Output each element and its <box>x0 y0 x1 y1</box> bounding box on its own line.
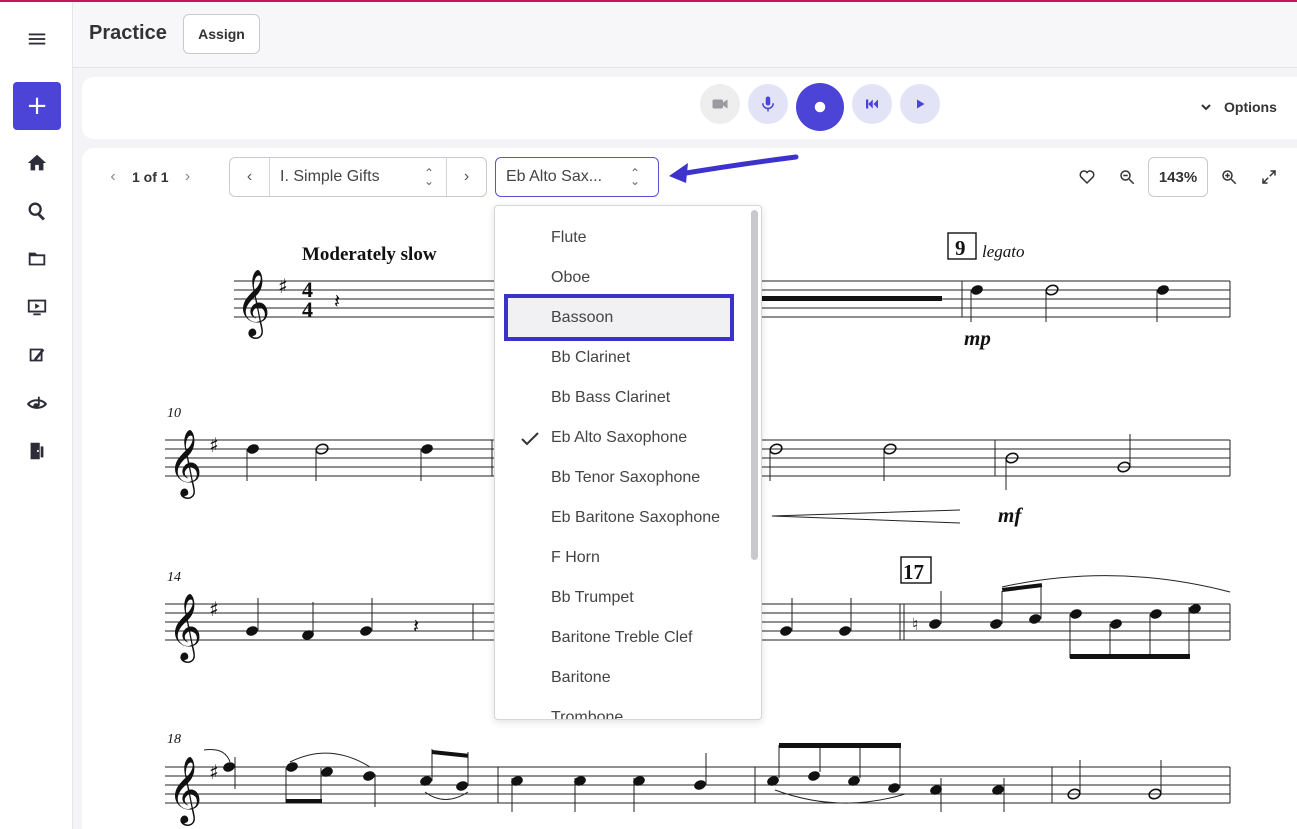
sidebar-item-sightreading[interactable] <box>13 384 61 424</box>
svg-text:𝄞: 𝄞 <box>168 428 202 499</box>
svg-text:𝄞: 𝄞 <box>236 268 270 339</box>
instrument-option[interactable]: Flute <box>495 218 747 258</box>
heart-icon <box>1079 170 1095 185</box>
zoom-level[interactable]: 143% <box>1148 157 1208 197</box>
instrument-option-highlighted[interactable]: Bassoon <box>495 298 747 338</box>
svg-text:𝄞: 𝄞 <box>168 592 202 663</box>
play-button[interactable] <box>900 84 940 124</box>
svg-text:𝄽: 𝄽 <box>413 614 419 638</box>
prev-movement-button[interactable]: ‹ <box>230 158 270 196</box>
expand-icon <box>1262 170 1276 184</box>
transport-bar: Options <box>82 77 1297 139</box>
options-menu[interactable]: Options <box>1200 99 1277 115</box>
new-button[interactable]: + <box>13 82 61 130</box>
home-icon <box>27 154 47 171</box>
eye-music-icon <box>26 396 48 409</box>
time-signature-bottom: 4 <box>302 297 313 322</box>
updown-icon: ⌃ ⌄ <box>423 166 434 188</box>
movement-value: I. Simple Gifts <box>280 168 380 185</box>
rehearsal-mark-9: 9 <box>955 236 966 260</box>
next-movement-button[interactable]: › <box>446 158 486 196</box>
svg-text:𝄽: 𝄽 <box>334 289 340 313</box>
rehearsal-mark-17: 17 <box>903 560 924 584</box>
rewind-button[interactable] <box>852 84 892 124</box>
options-label: Options <box>1224 99 1277 115</box>
measure-number-10: 10 <box>167 406 181 421</box>
zoom-in-icon <box>1222 170 1237 185</box>
zoom-out-icon <box>1120 170 1135 185</box>
sidebar: + <box>0 2 73 829</box>
measure-number-18: 18 <box>167 732 181 747</box>
svg-text:♯: ♯ <box>278 274 288 298</box>
dynamic-mp: mp <box>964 326 991 350</box>
sidebar-item-media[interactable] <box>13 287 61 327</box>
instrument-option[interactable]: Baritone <box>495 658 747 698</box>
sidebar-item-search[interactable] <box>13 191 61 231</box>
zoom-out-button[interactable] <box>1107 157 1147 197</box>
record-icon <box>814 101 826 113</box>
favorite-button[interactable] <box>1067 157 1107 197</box>
microphone-button[interactable] <box>748 84 788 124</box>
hamburger-icon <box>28 33 46 45</box>
instrument-dropdown: Flute Oboe Bassoon Bb Clarinet Bb Bass C… <box>494 205 762 720</box>
instrument-option-selected[interactable]: Eb Alto Saxophone <box>495 418 747 458</box>
instrument-option[interactable]: Bb Bass Clarinet <box>495 378 747 418</box>
legato-marking: legato <box>982 242 1025 261</box>
folder-icon <box>28 252 46 266</box>
page-pager: ‹ 1 of 1 › <box>102 166 199 188</box>
dropdown-scrollbar[interactable] <box>751 210 758 560</box>
svg-text:♯: ♯ <box>209 597 219 621</box>
instrument-option[interactable]: F Horn <box>495 538 747 578</box>
page-title: Practice <box>89 22 167 44</box>
sidebar-item-assignments[interactable] <box>13 335 61 375</box>
dynamic-mf: mf <box>998 503 1023 527</box>
plus-icon: + <box>26 91 48 121</box>
page-indicator: 1 of 1 <box>132 169 169 185</box>
instrument-option[interactable]: Bb Trumpet <box>495 578 747 618</box>
assign-button[interactable]: Assign <box>183 14 260 54</box>
instrument-select[interactable]: Eb Alto Sax... ⌃ ⌄ <box>495 157 659 197</box>
instrument-option[interactable]: Eb Baritone Saxophone <box>495 498 747 538</box>
measure-number-14: 14 <box>167 570 181 585</box>
updown-icon: ⌃ ⌄ <box>629 166 640 188</box>
instrument-option[interactable]: Trombone <box>495 698 747 719</box>
movement-selector: ‹ I. Simple Gifts ⌃ ⌄ › <box>229 157 487 197</box>
tempo-marking: Moderately slow <box>302 244 437 265</box>
door-exit-icon <box>30 442 44 460</box>
sidebar-item-exit[interactable] <box>13 431 61 471</box>
sidebar-item-library[interactable] <box>13 239 61 279</box>
view-tools: 143% <box>1067 157 1289 197</box>
skip-back-icon <box>866 99 878 109</box>
svg-text:𝄞: 𝄞 <box>168 755 202 826</box>
fullscreen-button[interactable] <box>1249 157 1289 197</box>
instrument-value: Eb Alto Sax... <box>506 168 603 185</box>
svg-text:♯: ♯ <box>209 433 219 457</box>
instrument-option[interactable]: Bb Tenor Saxophone <box>495 458 747 498</box>
play-icon <box>917 99 925 109</box>
instrument-option[interactable]: Oboe <box>495 258 747 298</box>
assignment-icon <box>29 348 45 362</box>
instrument-option[interactable]: Bb Clarinet <box>495 338 747 378</box>
next-page-button[interactable]: › <box>177 168 199 186</box>
svg-text:♮: ♮ <box>912 615 918 635</box>
instrument-option[interactable]: Baritone Treble Clef <box>495 618 747 658</box>
prev-page-button[interactable]: ‹ <box>102 168 124 186</box>
header: Practice Assign <box>73 2 1297 68</box>
zoom-in-button[interactable] <box>1209 157 1249 197</box>
record-button[interactable] <box>796 83 844 131</box>
annotation-arrow-icon <box>669 154 799 183</box>
play-screen-icon <box>27 299 47 316</box>
video-button[interactable] <box>700 84 740 124</box>
video-camera-icon <box>712 99 728 109</box>
chevron-down-icon <box>1201 104 1211 111</box>
sidebar-item-home[interactable] <box>13 143 61 183</box>
search-icon <box>28 202 45 221</box>
svg-text:♯: ♯ <box>209 760 219 784</box>
menu-button[interactable] <box>13 19 61 59</box>
microphone-icon <box>762 96 774 112</box>
movement-select[interactable]: I. Simple Gifts ⌃ ⌄ <box>270 158 446 196</box>
